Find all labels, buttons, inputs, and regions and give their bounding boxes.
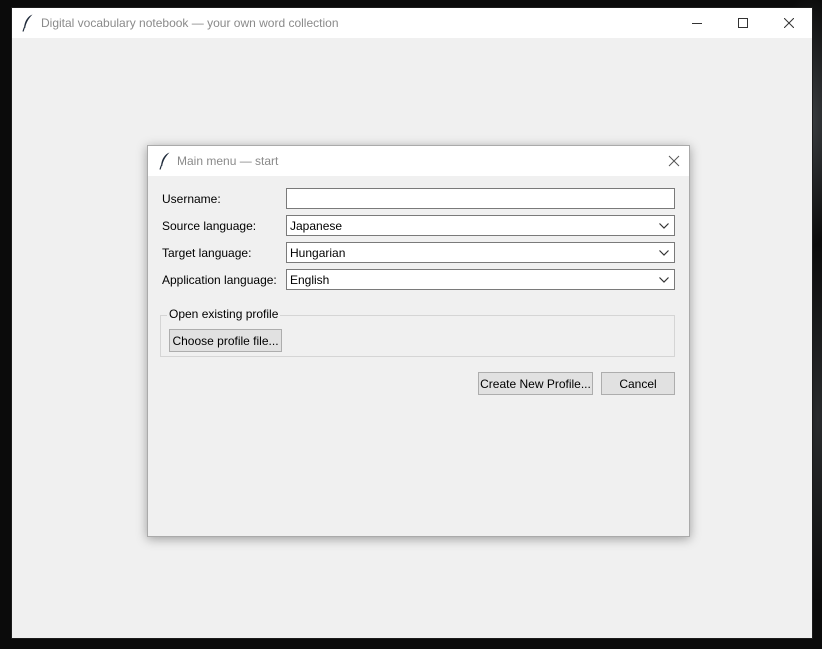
chevron-down-icon[interactable]: [659, 250, 669, 256]
username-label: Username:: [162, 192, 221, 206]
feather-icon: [22, 14, 33, 32]
minimize-icon: [692, 23, 702, 24]
source-language-value: Japanese: [290, 219, 343, 233]
open-profile-group: Open existing profile Choose profile fil…: [160, 307, 675, 357]
cancel-button[interactable]: Cancel: [601, 372, 675, 395]
maximize-icon: [738, 18, 748, 28]
username-field[interactable]: [286, 188, 675, 209]
target-language-value: Hungarian: [290, 246, 346, 260]
username-input[interactable]: [287, 189, 674, 208]
main-titlebar[interactable]: Digital vocabulary notebook — your own w…: [12, 8, 812, 38]
chevron-down-icon[interactable]: [659, 277, 669, 283]
dialog-title: Main menu — start: [177, 154, 279, 168]
close-icon[interactable]: [667, 154, 681, 168]
source-language-label: Source language:: [162, 219, 257, 233]
create-profile-button[interactable]: Create New Profile...: [478, 372, 593, 395]
choose-profile-button[interactable]: Choose profile file...: [169, 329, 282, 352]
chevron-down-icon[interactable]: [659, 223, 669, 229]
window-title: Digital vocabulary notebook — your own w…: [41, 16, 339, 30]
target-language-label: Target language:: [162, 246, 252, 260]
application-language-select[interactable]: English: [286, 269, 675, 290]
application-language-label: Application language:: [162, 273, 277, 287]
feather-icon: [159, 152, 170, 170]
open-profile-legend: Open existing profile: [167, 307, 281, 321]
maximize-button[interactable]: [720, 8, 766, 38]
close-button[interactable]: [766, 8, 812, 38]
minimize-button[interactable]: [674, 8, 720, 38]
source-language-select[interactable]: Japanese: [286, 215, 675, 236]
close-icon: [784, 18, 794, 28]
main-window: Digital vocabulary notebook — your own w…: [12, 8, 812, 638]
target-language-select[interactable]: Hungarian: [286, 242, 675, 263]
application-language-value: English: [290, 273, 330, 287]
main-menu-dialog: Main menu — start Username: Source langu…: [147, 145, 690, 537]
dialog-titlebar[interactable]: Main menu — start: [148, 146, 689, 176]
